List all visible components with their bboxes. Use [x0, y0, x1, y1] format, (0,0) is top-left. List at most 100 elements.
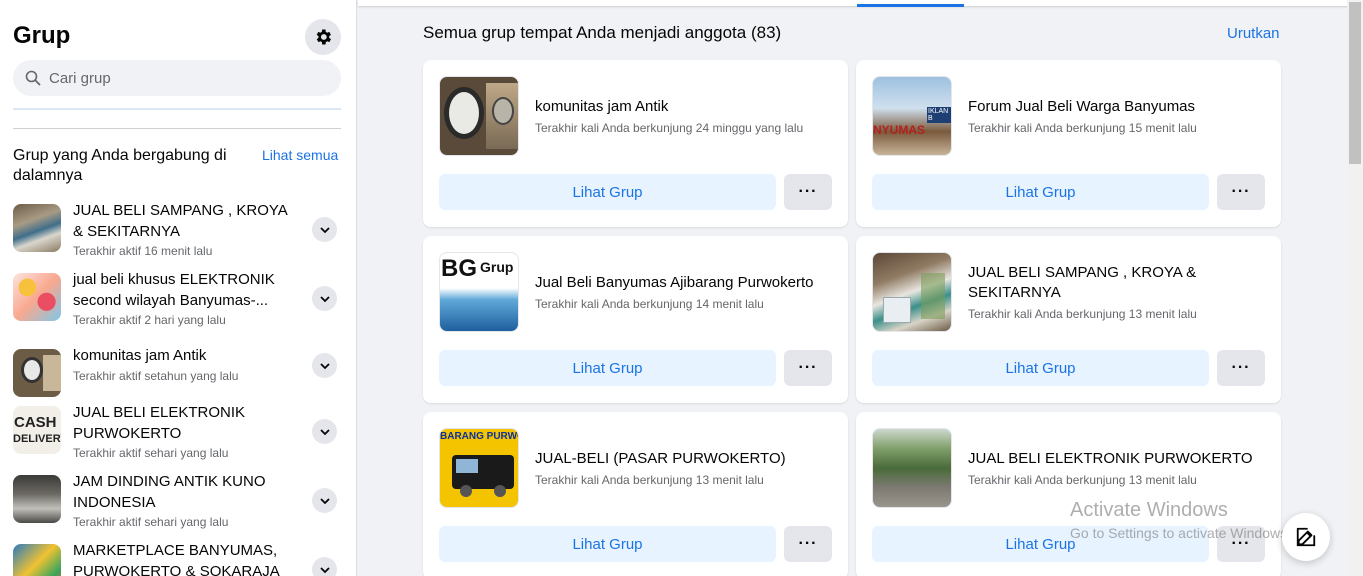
groups-sidebar: Grup Grup yang Anda bergabung di dalamny…: [0, 0, 357, 576]
expand-button[interactable]: [312, 557, 337, 576]
scrollbar[interactable]: [1347, 0, 1363, 576]
thumbnail-text: NYUMAS: [873, 123, 926, 137]
group-thumbnail[interactable]: [872, 428, 952, 508]
thumbnail-text: BARANG PURWO: [440, 431, 519, 442]
more-options-button[interactable]: ···: [784, 526, 832, 562]
activation-watermark-sub: Go to Settings to activate Windows.: [1070, 525, 1291, 541]
see-all-link[interactable]: Lihat semua: [262, 147, 338, 163]
divider: [13, 128, 341, 129]
last-visit: Terakhir kali Anda berkunjung 14 menit l…: [535, 297, 764, 311]
group-last-active: Terakhir aktif 16 menit lalu: [73, 244, 213, 258]
group-name: jual beli khusus ELEKTRONIK second wilay…: [73, 271, 275, 309]
view-group-button[interactable]: Lihat Grup: [439, 174, 776, 210]
search-icon: [25, 70, 41, 86]
settings-button[interactable]: [305, 19, 341, 55]
more-options-button[interactable]: ···: [1217, 350, 1265, 386]
more-options-button[interactable]: ···: [784, 350, 832, 386]
more-options-button[interactable]: ···: [784, 174, 832, 210]
compose-icon: [1296, 527, 1316, 547]
view-group-button[interactable]: Lihat Grup: [872, 174, 1209, 210]
group-card: BARANG PURWO JUAL-BELI (PASAR PURWOKERTO…: [423, 412, 848, 576]
new-message-button[interactable]: [1282, 513, 1330, 561]
view-group-button[interactable]: Lihat Grup: [872, 350, 1209, 386]
thumbnail-text: CASH: [14, 414, 57, 431]
group-card: JUAL BELI SAMPANG , KROYA & SEKITARNYA T…: [856, 236, 1281, 403]
more-icon: ···: [798, 183, 818, 200]
group-name[interactable]: komunitas jam Antik: [535, 97, 835, 117]
group-last-active: Terakhir aktif 2 hari yang lalu: [73, 313, 226, 327]
group-thumbnail[interactable]: [439, 76, 519, 156]
sidebar-title: Grup: [13, 22, 71, 49]
more-options-button[interactable]: ···: [1217, 174, 1265, 210]
more-icon: ···: [798, 535, 818, 552]
top-nav-bar: [358, 0, 1348, 6]
group-card: komunitas jam Antik Terakhir kali Anda b…: [423, 60, 848, 227]
sort-button[interactable]: Urutkan: [1227, 25, 1280, 42]
thumbnail-text: DELIVERY: [13, 433, 61, 445]
group-name: komunitas jam Antik: [73, 347, 207, 364]
group-last-active: Terakhir aktif setahun yang lalu: [73, 369, 239, 383]
group-thumbnail: [13, 204, 61, 252]
group-name[interactable]: JUAL BELI ELEKTRONIK PURWOKERTO: [968, 449, 1268, 469]
thumbnail-text: BG: [441, 255, 477, 282]
group-card: BG Grup Jual Beli Banyumas Ajibarang Pur…: [423, 236, 848, 403]
group-card: JUAL BELI ELEKTRONIK PURWOKERTO Terakhir…: [856, 412, 1281, 576]
view-group-button[interactable]: Lihat Grup: [439, 526, 776, 562]
chevron-down-icon: [319, 362, 330, 369]
chevron-down-icon: [319, 295, 330, 302]
last-visit: Terakhir kali Anda berkunjung 15 menit l…: [968, 121, 1197, 135]
more-icon: ···: [1231, 359, 1251, 376]
group-last-active: Terakhir aktif sehari yang lalu: [73, 515, 229, 529]
group-thumbnail[interactable]: BG Grup: [439, 252, 519, 332]
group-thumbnail: [13, 544, 61, 576]
sidebar-group-item[interactable]: komunitas jam Antik Terakhir aktif setah…: [13, 345, 343, 405]
group-name: MARKETPLACE BANYUMAS, PURWOKERTO & SOKAR…: [73, 542, 280, 576]
last-visit: Terakhir kali Anda berkunjung 13 menit l…: [535, 473, 764, 487]
divider: [13, 108, 341, 110]
view-group-button[interactable]: Lihat Grup: [439, 350, 776, 386]
group-name[interactable]: Jual Beli Banyumas Ajibarang Purwokerto: [535, 273, 835, 293]
group-name: JAM DINDING ANTIK KUNO INDONESIA: [73, 473, 266, 511]
more-icon: ···: [798, 359, 818, 376]
more-icon: ···: [1231, 183, 1251, 200]
section-title: Grup yang Anda bergabung di dalamnya: [13, 147, 227, 184]
group-name[interactable]: JUAL-BELI (PASAR PURWOKERTO): [535, 449, 835, 469]
last-visit: Terakhir kali Anda berkunjung 13 menit l…: [968, 473, 1197, 487]
group-thumbnail: CASH DELIVERY: [13, 406, 61, 454]
last-visit: Terakhir kali Anda berkunjung 24 minggu …: [535, 121, 804, 135]
group-name[interactable]: Forum Jual Beli Warga Banyumas: [968, 97, 1268, 117]
sidebar-group-item[interactable]: JAM DINDING ANTIK KUNO INDONESIA Terakhi…: [13, 471, 343, 531]
search-input[interactable]: [49, 69, 329, 87]
chevron-down-icon: [319, 428, 330, 435]
activation-watermark: Activate Windows: [1070, 499, 1228, 521]
thumbnail-text: Grup: [480, 259, 514, 275]
sidebar-group-item[interactable]: CASH DELIVERY JUAL BELI ELEKTRONIK PURWO…: [13, 402, 343, 462]
expand-button[interactable]: [312, 419, 337, 444]
expand-button[interactable]: [312, 217, 337, 242]
group-thumbnail[interactable]: IKLAN B NYUMAS: [872, 76, 952, 156]
group-name[interactable]: JUAL BELI SAMPANG , KROYA & SEKITARNYA: [968, 263, 1268, 303]
sidebar-group-item[interactable]: JUAL BELI SAMPANG , KROYA & SEKITARNYA T…: [13, 200, 343, 260]
sidebar-group-item[interactable]: MARKETPLACE BANYUMAS, PURWOKERTO & SOKAR…: [13, 540, 343, 576]
gear-icon: [316, 29, 331, 45]
group-thumbnail: [13, 475, 61, 523]
group-thumbnail[interactable]: BARANG PURWO: [439, 428, 519, 508]
group-name: JUAL BELI ELEKTRONIK PURWOKERTO: [73, 404, 246, 442]
expand-button[interactable]: [312, 353, 337, 378]
scrollbar-thumb[interactable]: [1349, 2, 1361, 164]
last-visit: Terakhir kali Anda berkunjung 13 menit l…: [968, 307, 1197, 321]
group-thumbnail: [13, 349, 61, 397]
group-last-active: Terakhir aktif sehari yang lalu: [73, 446, 229, 460]
group-name: JUAL BELI SAMPANG , KROYA & SEKITARNYA: [73, 202, 287, 240]
thumbnail-text: IKLAN B: [927, 107, 951, 123]
group-card: IKLAN B NYUMAS Forum Jual Beli Warga Ban…: [856, 60, 1281, 227]
chevron-down-icon: [319, 226, 330, 233]
expand-button[interactable]: [312, 286, 337, 311]
search-box: [13, 60, 341, 96]
active-tab-indicator: [857, 4, 964, 7]
sidebar-group-item[interactable]: jual beli khusus ELEKTRONIK second wilay…: [13, 269, 343, 329]
page-title: Semua grup tempat Anda menjadi anggota (…: [423, 23, 782, 42]
expand-button[interactable]: [312, 488, 337, 513]
group-thumbnail[interactable]: [872, 252, 952, 332]
chevron-down-icon: [319, 566, 330, 573]
